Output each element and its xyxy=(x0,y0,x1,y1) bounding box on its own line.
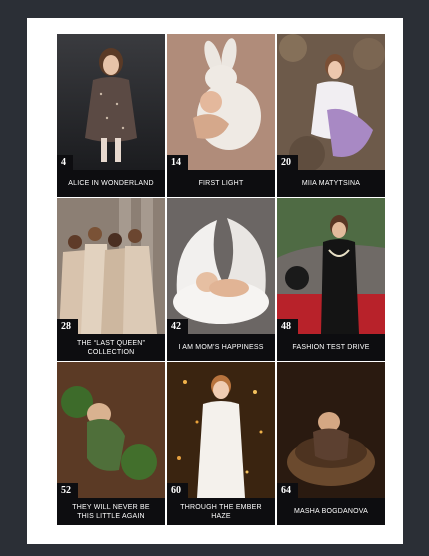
page-number: 64 xyxy=(277,483,298,498)
photo-girl-motorbike: 48 xyxy=(277,198,385,334)
story-title: ALICE IN WONDERLAND xyxy=(68,180,154,187)
story-title: MASHA BOGDANOVA xyxy=(293,508,369,515)
photo-group-last-queen: 28 xyxy=(57,198,165,334)
contents-tile[interactable]: 42 I AM MOM’S HAPPINESS xyxy=(167,198,275,361)
page-number: 52 xyxy=(57,483,78,498)
story-title: THE “LAST QUEEN” COLLECTION xyxy=(76,339,146,356)
contents-tile[interactable]: 48 FASHION TEST DRIVE xyxy=(277,198,385,361)
story-title: FASHION TEST DRIVE xyxy=(292,344,370,351)
photo-newborn-basket: 64 xyxy=(277,362,385,498)
contents-tile[interactable]: 52 THEY WILL NEVER BE THIS LITTLE AGAIN xyxy=(57,362,165,525)
story-title: THROUGH THE EMBER HAZE xyxy=(180,503,262,520)
photo-girl-lilac-dress-rocks: 20 xyxy=(277,34,385,170)
contents-tile[interactable]: 14 FIRST LIGHT xyxy=(167,34,275,197)
page-number: 48 xyxy=(277,319,298,334)
photo-girl-white-dress-embers: 60 xyxy=(167,362,275,498)
magazine-page: 4 ALICE IN WONDERLAND 14 FIRST LIGHT 20 … xyxy=(27,18,403,544)
page-number: 28 xyxy=(57,319,78,334)
photo-girl-dark-background: 4 xyxy=(57,34,165,170)
contents-tile[interactable]: 28 THE “LAST QUEEN” COLLECTION xyxy=(57,198,165,361)
photo-newborn-angel-wings: 42 xyxy=(167,198,275,334)
page-number: 60 xyxy=(167,483,188,498)
contents-tile[interactable]: 20 MIIA MATYTSINA xyxy=(277,34,385,197)
contents-grid: 4 ALICE IN WONDERLAND 14 FIRST LIGHT 20 … xyxy=(57,34,385,526)
photo-baby-with-bunny: 14 xyxy=(167,34,275,170)
photo-newborn-green-wrap: 52 xyxy=(57,362,165,498)
story-title: THEY WILL NEVER BE THIS LITTLE AGAIN xyxy=(72,503,150,520)
page-number: 4 xyxy=(57,155,73,170)
page-number: 14 xyxy=(167,155,188,170)
contents-tile[interactable]: 64 MASHA BOGDANOVA xyxy=(277,362,385,525)
contents-tile[interactable]: 60 THROUGH THE EMBER HAZE xyxy=(167,362,275,525)
contents-tile[interactable]: 4 ALICE IN WONDERLAND xyxy=(57,34,165,197)
story-title: MIIA MATYTSINA xyxy=(301,180,361,187)
page-number: 42 xyxy=(167,319,188,334)
story-title: FIRST LIGHT xyxy=(198,180,244,187)
page-number: 20 xyxy=(277,155,298,170)
story-title: I AM MOM’S HAPPINESS xyxy=(178,344,264,351)
